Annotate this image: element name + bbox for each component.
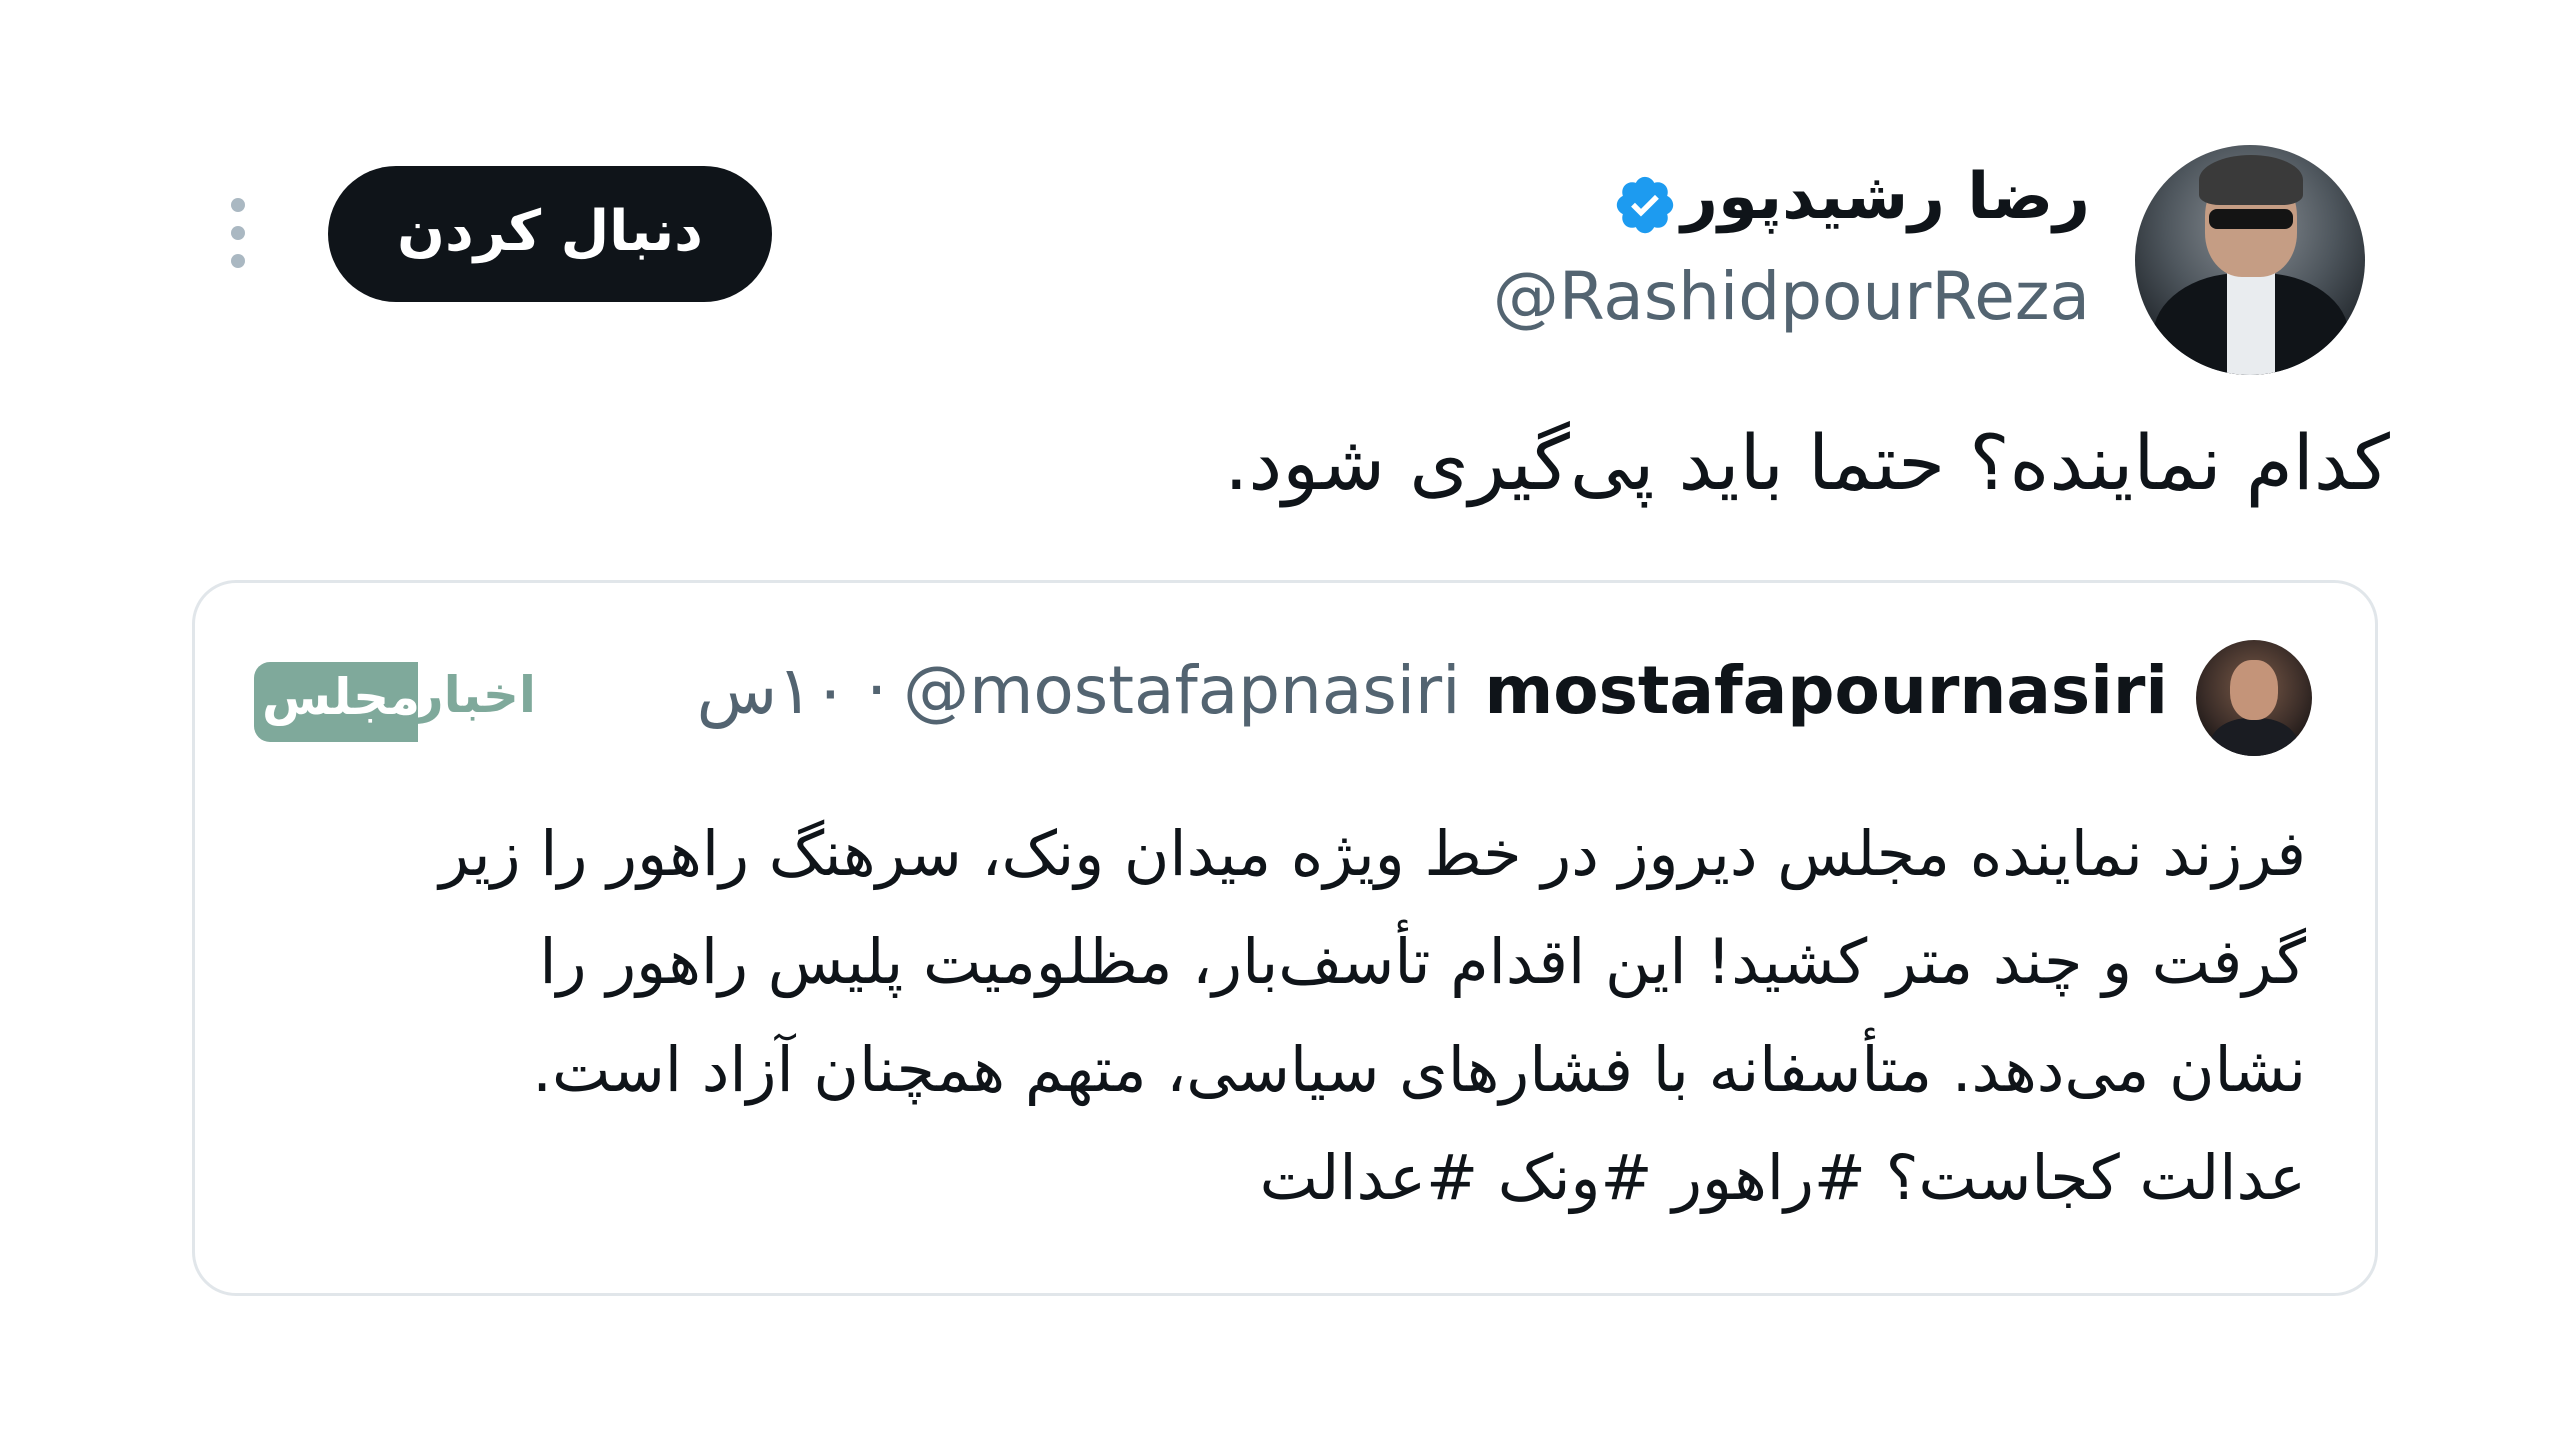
quoted-text-line: نشان می‌دهد. متأسفانه با فشارهای سیاسی، … <box>532 1033 2306 1106</box>
akhbar-majles-watermark-logo: مجلس اخبار <box>254 662 536 742</box>
author-handle[interactable]: @RashidpourReza <box>1493 258 2090 335</box>
tweet-card: رضا رشیدپور @RashidpourReza دنبال کردن ک… <box>0 0 2560 1439</box>
author-avatar[interactable] <box>2135 145 2365 375</box>
watermark-word-majles: مجلس <box>262 668 421 726</box>
quoted-author-avatar[interactable] <box>2196 640 2312 756</box>
verified-badge-icon <box>1616 176 1674 234</box>
avatar-hair-shape <box>2199 155 2303 205</box>
more-vertical-icon[interactable] <box>224 198 252 274</box>
quoted-text-line: فرزند نماینده مجلس دیروز در خط ویژه میدا… <box>439 817 2306 890</box>
quoted-display-name[interactable]: mostafapournasiri <box>1485 652 2168 729</box>
quoted-tweet-text: فرزند نماینده مجلس دیروز در خط ویژه میدا… <box>316 800 2306 1232</box>
quoted-timestamp[interactable]: ۱۰س <box>697 652 848 729</box>
quoted-text-line: عدالت کجاست؟ #راهور #ونک #عدالت <box>1259 1141 2306 1214</box>
avatar-shirt-shape <box>2227 273 2275 375</box>
quoted-separator: · <box>866 652 888 729</box>
quoted-avatar-suit-shape <box>2210 718 2298 756</box>
follow-button[interactable]: دنبال کردن <box>328 166 772 302</box>
author-display-name[interactable]: رضا رشیدپور <box>1681 160 2090 234</box>
quoted-avatar-face-shape <box>2230 660 2278 720</box>
watermark-word-akhbar: اخبار <box>414 666 536 724</box>
avatar-glasses-shape <box>2209 209 2293 229</box>
tweet-text: کدام نماینده؟ حتما باید پی‌گیری شود. <box>1224 418 2390 507</box>
quoted-tweet-header: ۱۰س · @mostafapnasiri mostafapournasiri <box>697 652 2168 729</box>
quoted-handle[interactable]: @mostafapnasiri <box>903 652 1460 729</box>
quoted-text-line: گرفت و چند متر کشید! این اقدام تأسف‌بار،… <box>539 925 2306 998</box>
